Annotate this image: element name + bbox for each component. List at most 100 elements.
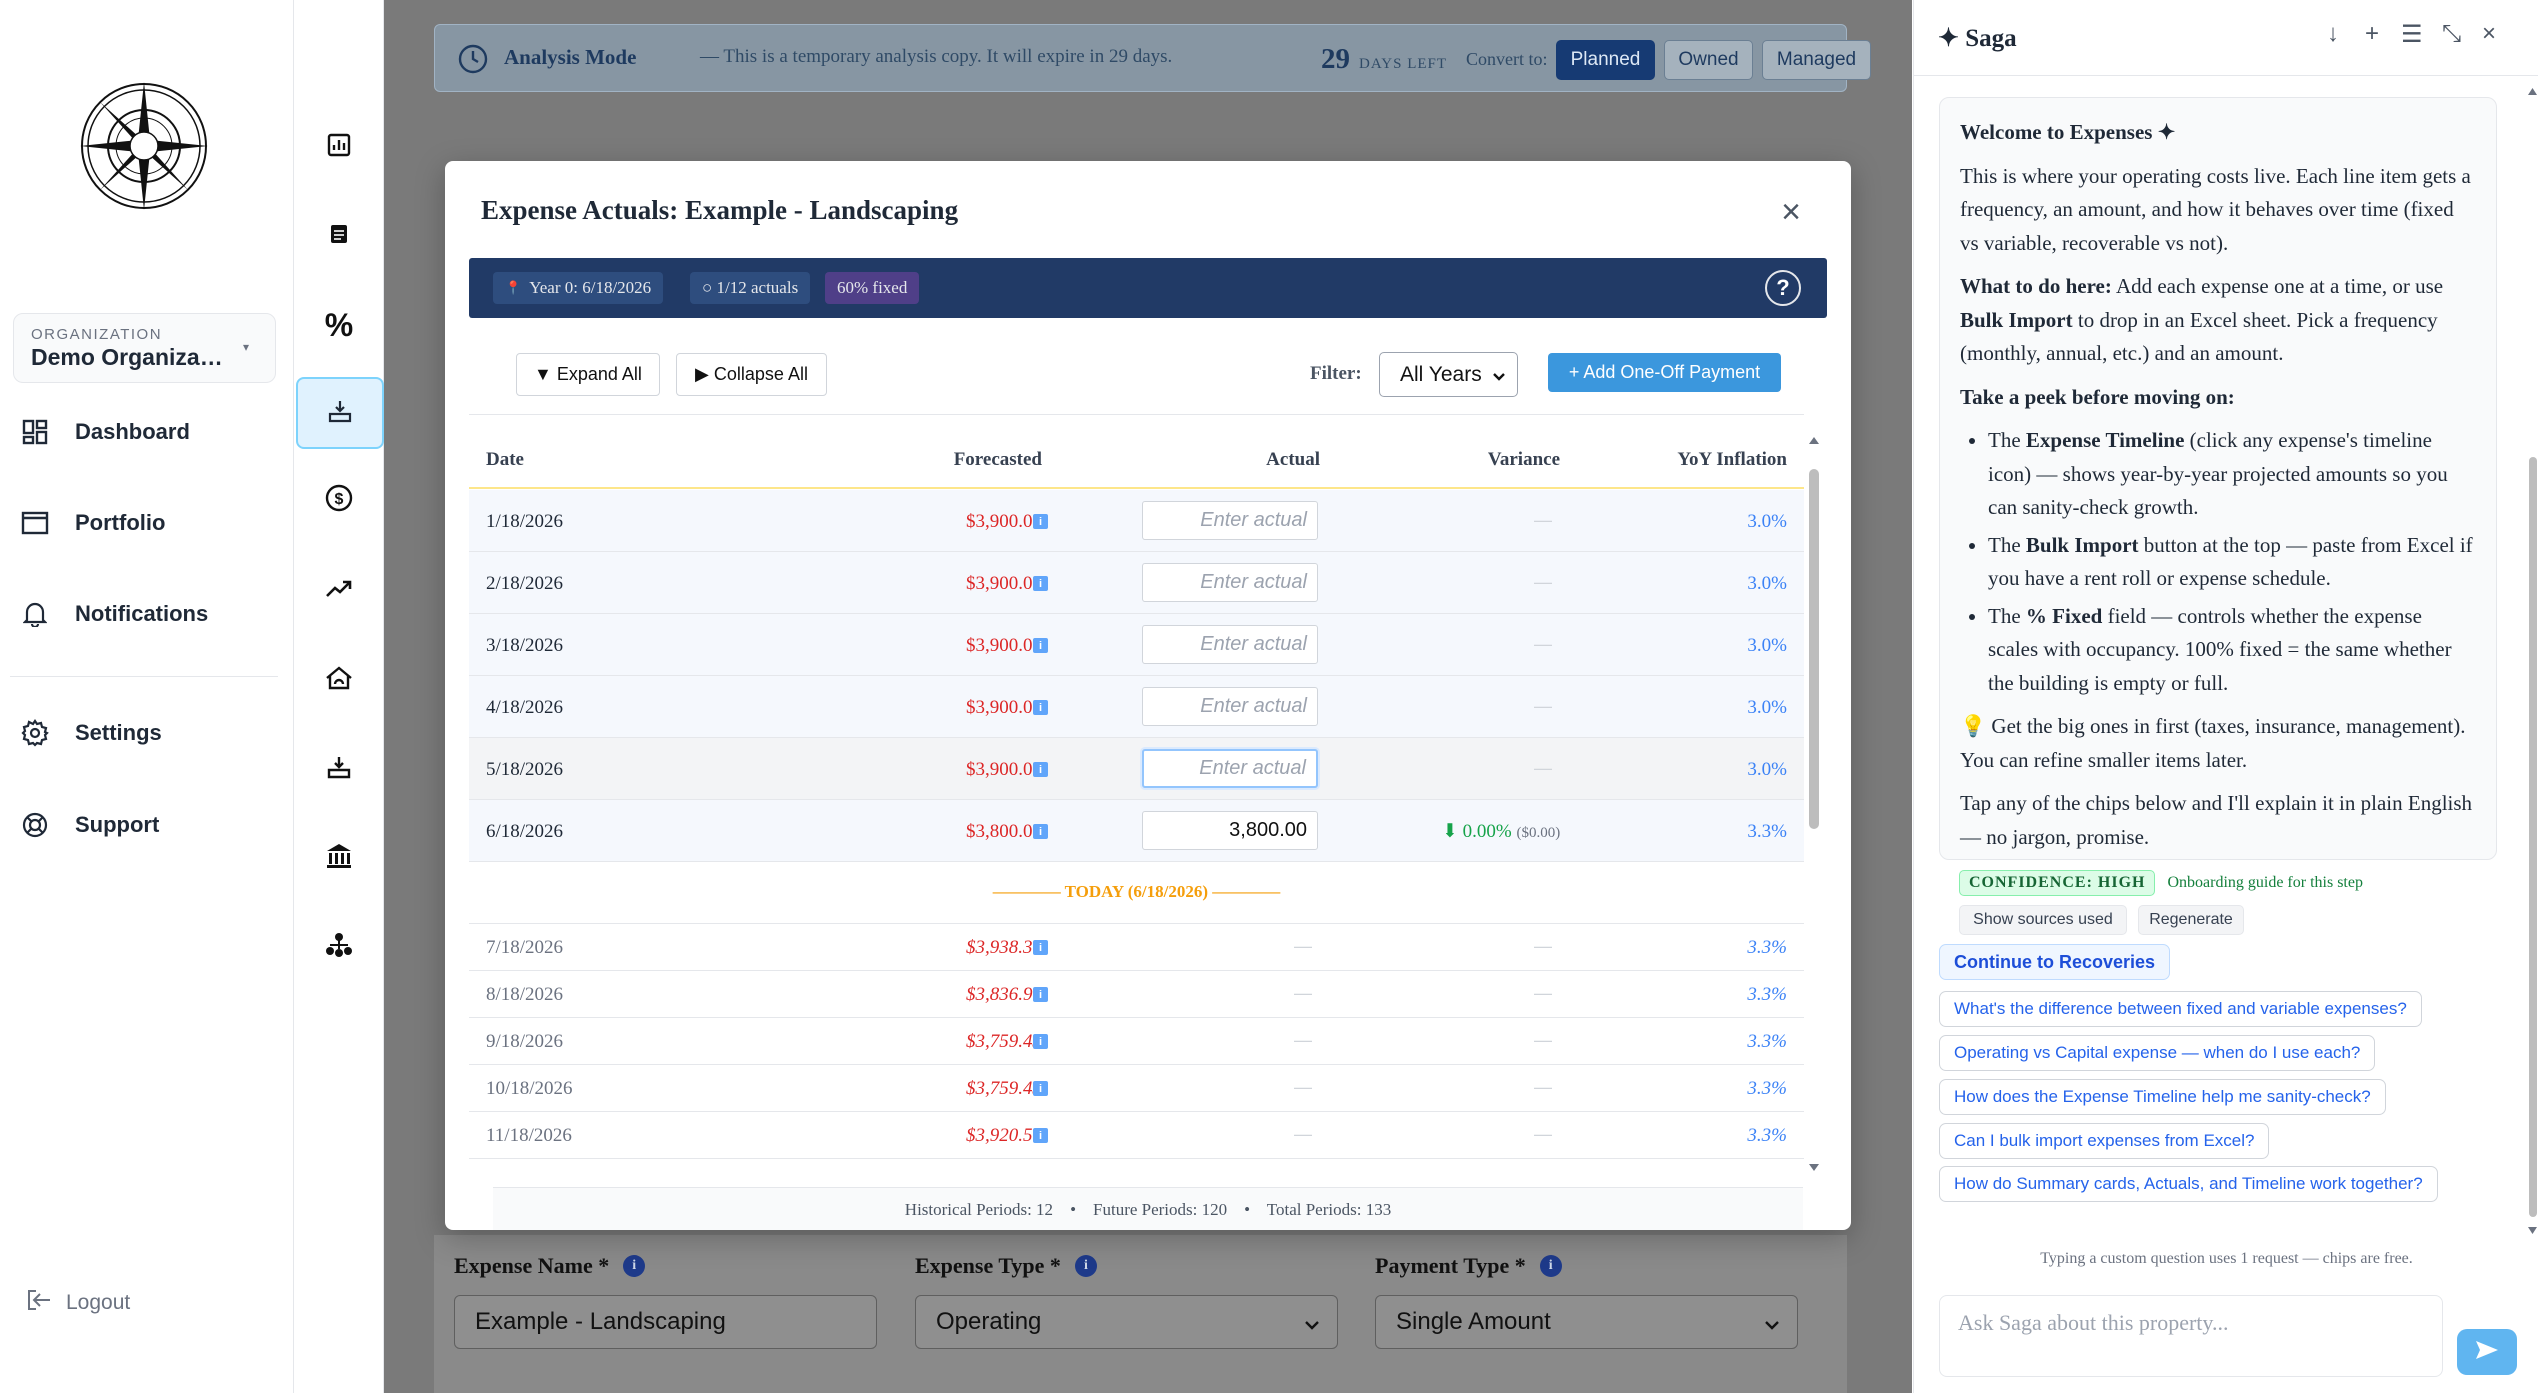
info-icon[interactable]: i — [1033, 987, 1048, 1002]
actual-input[interactable]: Enter actual — [1142, 687, 1318, 726]
saga-conversation: Welcome to Expenses ✦ This is where your… — [1914, 77, 2526, 1247]
future-periods: Future Periods: 120 — [1093, 1200, 1228, 1219]
continue-to-recoveries-chip[interactable]: Continue to Recoveries — [1939, 944, 2171, 980]
variance-empty: — — [1534, 758, 1552, 778]
rail-bar-chart-button[interactable] — [313, 121, 365, 173]
collapse-all-button[interactable]: ▶ Collapse All — [676, 353, 827, 396]
rail-dollar-button[interactable]: $ — [313, 474, 365, 526]
scrollbar-thumb[interactable] — [2529, 457, 2537, 1217]
info-icon[interactable]: i — [1033, 576, 1048, 591]
expand-icon[interactable]: ⤡ — [2442, 20, 2461, 48]
info-icon[interactable]: i — [1033, 1128, 1048, 1143]
close-icon[interactable]: × — [1781, 195, 1801, 229]
expand-all-button[interactable]: ▼ Expand All — [516, 353, 660, 396]
organization-selector[interactable]: ORGANIZATION Demo Organiza… ▾ — [13, 313, 276, 383]
close-icon[interactable]: × — [2482, 20, 2496, 48]
table-row: 5/18/2026 $3,900.00 i Enter actual — 3.0… — [469, 738, 1804, 800]
nav-item-portfolio[interactable]: Portfolio — [20, 498, 275, 548]
request-usage-note: Typing a custom question uses 1 request … — [2040, 1250, 2413, 1267]
table-row: 8/18/2026 $3,836.97 i — — 3.3% — [469, 971, 1804, 1018]
info-icon[interactable]: i — [1033, 824, 1048, 839]
scroll-up-icon[interactable] — [2526, 85, 2538, 99]
suggestion-chip[interactable]: Can I bulk import expenses from Excel? — [1939, 1123, 2270, 1159]
info-icon[interactable]: i — [1033, 940, 1048, 955]
table-row: 4/18/2026 $3,900.00 i Enter actual — 3.0… — [469, 676, 1804, 738]
rail-bank-button[interactable] — [313, 832, 365, 884]
suggestion-chip[interactable]: Operating vs Capital expense — when do I… — [1939, 1035, 2376, 1071]
convert-managed-button[interactable]: Managed — [1762, 40, 1871, 80]
scroll-down-icon[interactable] — [1807, 1159, 1821, 1175]
nav-item-notifications[interactable]: Notifications — [20, 589, 275, 639]
nav-item-support[interactable]: Support — [20, 800, 275, 850]
sparkle-icon: ✦ — [1938, 25, 1959, 52]
actual-input[interactable]: 3,800.00 — [1142, 811, 1318, 850]
dollar-cycle-icon: $ — [324, 483, 354, 518]
rail-percent-button[interactable]: % — [313, 299, 365, 351]
info-icon[interactable]: i — [1033, 1081, 1048, 1096]
nav-item-settings[interactable]: Settings — [20, 708, 275, 758]
actual-input[interactable]: Enter actual — [1142, 625, 1318, 664]
saga-question-input[interactable]: Ask Saga about this property... — [1939, 1295, 2443, 1377]
info-icon[interactable]: i — [1033, 638, 1048, 653]
table-row: 9/18/2026 $3,759.43 i — — 3.3% — [469, 1018, 1804, 1065]
expense-type-label: Expense Type * i — [915, 1253, 1097, 1279]
rail-trend-button[interactable] — [313, 565, 365, 617]
variance-value: ⬇ 0.00% ($0.00) — [1442, 821, 1561, 842]
row-forecasted: $3,900.00 — [966, 759, 1042, 780]
scroll-up-icon[interactable] — [1807, 433, 1821, 449]
send-button[interactable] — [2457, 1329, 2517, 1375]
logout-button[interactable]: Logout — [26, 1289, 130, 1317]
show-sources-button[interactable]: Show sources used — [1959, 905, 2127, 935]
actual-input[interactable]: Enter actual — [1142, 563, 1318, 602]
rail-house-button[interactable] — [313, 654, 365, 706]
regenerate-button[interactable]: Regenerate — [2138, 905, 2244, 935]
info-icon[interactable]: i — [1033, 514, 1048, 529]
new-chat-icon[interactable]: + — [2365, 20, 2379, 48]
column-actual: Actual — [1266, 449, 1320, 470]
convert-owned-button[interactable]: Owned — [1664, 40, 1753, 80]
row-forecasted: $3,900.00 — [966, 573, 1042, 594]
nav-item-dashboard[interactable]: Dashboard — [20, 407, 275, 457]
info-icon[interactable]: i — [1033, 762, 1048, 777]
document-icon — [329, 223, 349, 250]
actual-input[interactable]: Enter actual — [1142, 749, 1318, 788]
info-icon[interactable]: i — [623, 1255, 646, 1277]
actual-empty: — — [1294, 983, 1312, 1003]
actual-input[interactable]: Enter actual — [1142, 501, 1318, 540]
suggestion-chip[interactable]: How does the Expense Timeline help me sa… — [1939, 1079, 2386, 1115]
expense-type-select[interactable]: Operating — [915, 1295, 1338, 1349]
scroll-down-icon[interactable] — [2526, 1223, 2538, 1237]
expense-name-input[interactable]: Example - Landscaping — [454, 1295, 877, 1349]
suggestion-chip[interactable]: What's the difference between fixed and … — [1939, 991, 2422, 1027]
saga-scrollbar[interactable] — [2526, 77, 2538, 1247]
table-scrollbar[interactable] — [1807, 429, 1821, 1179]
help-icon[interactable]: ? — [1765, 270, 1801, 306]
rail-expense-button[interactable] — [296, 377, 384, 449]
compass-logo[interactable] — [78, 80, 210, 212]
payment-type-select[interactable]: Single Amount — [1375, 1295, 1798, 1349]
rail-document-button[interactable] — [313, 210, 365, 262]
days-left-label: DAYS LEFT — [1359, 56, 1448, 72]
info-icon[interactable]: i — [1074, 1255, 1097, 1277]
message-heading: Welcome to Expenses ✦ — [1960, 120, 2176, 144]
confidence-badge: CONFIDENCE: HIGH — [1959, 870, 2156, 896]
variance-empty: — — [1534, 1124, 1552, 1144]
add-one-off-payment-button[interactable]: + Add One-Off Payment — [1548, 353, 1781, 392]
scrollbar-thumb[interactable] — [1809, 469, 1819, 829]
info-icon[interactable]: i — [1033, 1034, 1048, 1049]
menu-icon[interactable]: ☰ — [2401, 20, 2423, 49]
nav-label: Settings — [75, 720, 162, 745]
info-icon[interactable]: i — [1539, 1255, 1562, 1277]
info-icon[interactable]: i — [1033, 700, 1048, 715]
rail-tray-button[interactable] — [313, 743, 365, 795]
row-forecasted: $3,900.00 — [966, 511, 1042, 532]
download-icon[interactable]: ↓ — [2327, 20, 2339, 48]
row-yoy: 3.3% — [1747, 984, 1787, 1005]
suggestion-chip[interactable]: How do Summary cards, Actuals, and Timel… — [1939, 1166, 2438, 1202]
logout-icon — [26, 1289, 52, 1317]
convert-planned-button[interactable]: Planned — [1556, 40, 1655, 80]
year-filter-select[interactable]: All Years — [1379, 352, 1518, 397]
tray-download-icon — [326, 754, 352, 785]
rail-org-button[interactable] — [313, 921, 365, 973]
table-header: Date Forecasted Actual Variance YoY Infl… — [469, 429, 1804, 489]
